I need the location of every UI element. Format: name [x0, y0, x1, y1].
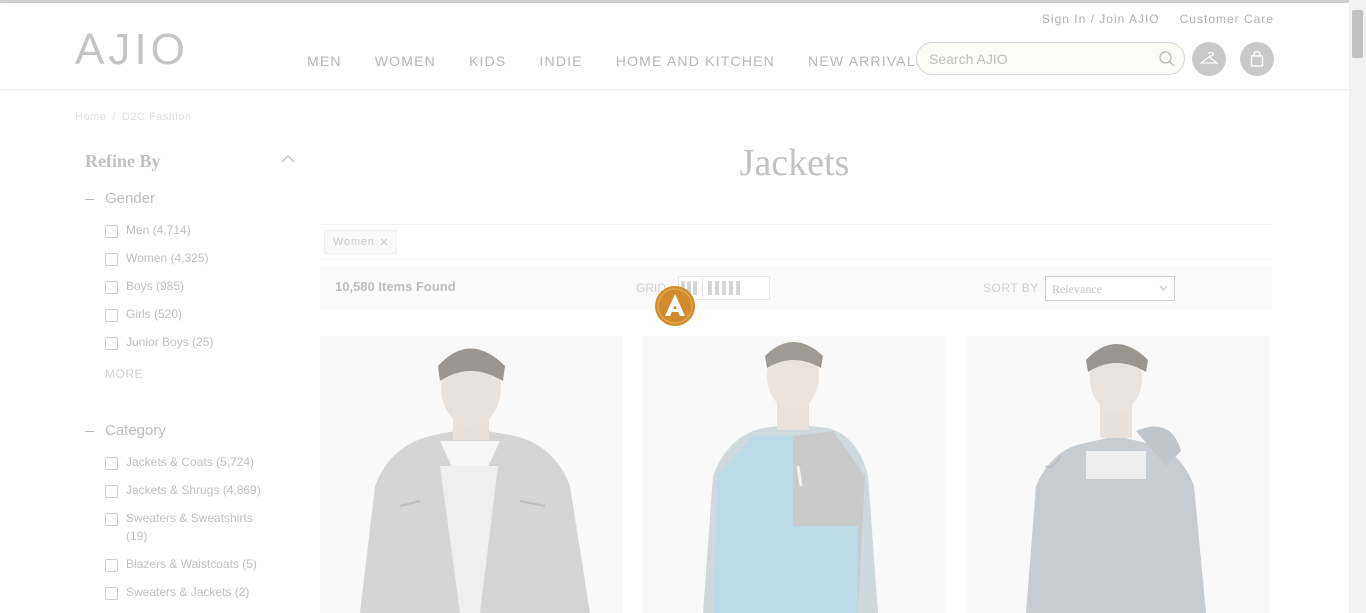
collapse-icon — [85, 198, 94, 200]
chip-label: Women — [333, 236, 375, 248]
option-label: Sweaters & Sweatshirts (19) — [126, 511, 253, 543]
breadcrumb-separator: / — [112, 111, 116, 123]
checkbox[interactable] — [105, 225, 118, 238]
chevron-up-icon[interactable] — [281, 154, 295, 164]
sort-selected-value: Relevance — [1052, 282, 1102, 296]
breadcrumb: Home / D2C Fashion — [75, 111, 192, 123]
checkbox[interactable] — [105, 559, 118, 572]
checkbox[interactable] — [105, 253, 118, 266]
page: AJIO Sign In / Join AJIO Customer Care M… — [0, 0, 1366, 613]
option-label: Blazers & Waistcoats (5) — [126, 557, 257, 571]
nav-indie[interactable]: INDIE — [539, 53, 582, 69]
collapse-icon — [85, 430, 94, 432]
checkbox[interactable] — [105, 587, 118, 600]
filter-option-jackets-shrugs[interactable]: Jackets & Shrugs (4,869) — [105, 481, 275, 499]
top-links: Sign In / Join AJIO Customer Care — [1042, 12, 1274, 26]
filter-option-sweaters-jackets[interactable]: Sweaters & Jackets (2) — [105, 583, 275, 601]
grid-5-columns-icon[interactable] — [708, 281, 740, 295]
scrollbar-thumb[interactable] — [1352, 10, 1363, 58]
option-label: Boys (985) — [126, 279, 185, 293]
option-label: Women (4,325) — [126, 251, 209, 265]
site-header: AJIO Sign In / Join AJIO Customer Care M… — [0, 3, 1349, 90]
nav-home-and-kitchen[interactable]: HOME AND KITCHEN — [616, 53, 775, 69]
option-label: Sweaters & Jackets (2) — [126, 585, 250, 599]
product-image — [643, 336, 946, 613]
shopping-bag-icon — [1250, 51, 1264, 67]
facet-gender-title[interactable]: Gender — [85, 190, 155, 207]
page-title: Jackets — [739, 142, 850, 184]
filter-chip-women[interactable]: Women — [324, 230, 397, 254]
option-label: Girls (520) — [126, 307, 183, 321]
product-image — [320, 336, 623, 613]
checkbox[interactable] — [105, 309, 118, 322]
customer-care-link[interactable]: Customer Care — [1180, 12, 1274, 26]
option-label: Junior Boys (25) — [126, 335, 214, 349]
product-card[interactable] — [320, 336, 623, 613]
account-button[interactable] — [1192, 42, 1226, 76]
chevron-down-icon — [1159, 285, 1168, 291]
grid-bar — [729, 281, 733, 295]
sort-select[interactable]: Relevance — [1045, 276, 1175, 301]
main-nav: MEN WOMEN KIDS INDIE HOME AND KITCHEN NE… — [307, 53, 926, 69]
option-label: Jackets & Coats (5,724) — [126, 455, 255, 469]
ajio-logo[interactable]: AJIO — [75, 25, 189, 75]
more-link[interactable]: MORE — [105, 367, 143, 381]
checkbox[interactable] — [105, 457, 118, 470]
loading-spinner-icon — [655, 286, 695, 326]
refine-by-title: Refine By — [85, 151, 161, 171]
nav-men[interactable]: MEN — [307, 53, 342, 69]
grid-bar — [715, 281, 719, 295]
nav-new-arrivals[interactable]: NEW ARRIVALS — [808, 53, 926, 69]
facet-category-title[interactable]: Category — [85, 422, 166, 439]
checkbox[interactable] — [105, 281, 118, 294]
option-label: Jackets & Shrugs (4,869) — [126, 483, 261, 497]
items-found-count: 10,580 Items Found — [335, 279, 456, 294]
search-input[interactable] — [929, 49, 1149, 69]
sign-in-link[interactable]: Sign In / Join AJIO — [1042, 12, 1160, 26]
filter-option-boys[interactable]: Boys (985) — [105, 277, 275, 295]
filter-option-women[interactable]: Women (4,325) — [105, 249, 275, 267]
sort-by-label: SORT BY — [983, 281, 1039, 295]
search-icon[interactable] — [1158, 50, 1176, 68]
results-toolbar: 10,580 Items Found GRID SORT BY Relevanc… — [320, 266, 1272, 310]
divider — [702, 278, 703, 298]
filter-option-blazers-waistcoats[interactable]: Blazers & Waistcoats (5) — [105, 555, 275, 573]
checkbox[interactable] — [105, 513, 118, 526]
breadcrumb-home[interactable]: Home — [75, 111, 106, 123]
filter-option-jackets-coats[interactable]: Jackets & Coats (5,724) — [105, 453, 275, 471]
filter-option-junior-boys[interactable]: Junior Boys (25) — [105, 333, 275, 351]
product-card[interactable] — [643, 336, 946, 613]
checkbox[interactable] — [105, 485, 118, 498]
active-filters-bar: Women — [320, 224, 1272, 260]
vertical-scrollbar[interactable] — [1349, 0, 1366, 613]
grid-bar — [708, 281, 712, 295]
breadcrumb-current: D2C Fashion — [121, 111, 192, 123]
grid-bar — [722, 281, 726, 295]
checkbox[interactable] — [105, 337, 118, 350]
grid-bar — [736, 281, 740, 295]
facet-title-label: Category — [105, 422, 166, 439]
option-label: Men (4,714) — [126, 223, 191, 237]
facet-title-label: Gender — [105, 190, 156, 207]
filter-option-men[interactable]: Men (4,714) — [105, 221, 275, 239]
product-card[interactable] — [966, 336, 1269, 613]
filter-option-sweaters-sweatshirts[interactable]: Sweaters & Sweatshirts (19) — [105, 509, 275, 545]
bag-button[interactable] — [1240, 42, 1274, 76]
hanger-icon — [1200, 52, 1218, 64]
nav-kids[interactable]: KIDS — [469, 53, 506, 69]
search-box — [916, 42, 1185, 75]
nav-women[interactable]: WOMEN — [375, 53, 436, 69]
filter-option-girls[interactable]: Girls (520) — [105, 305, 275, 323]
product-image — [966, 336, 1269, 613]
close-icon[interactable] — [380, 238, 388, 246]
